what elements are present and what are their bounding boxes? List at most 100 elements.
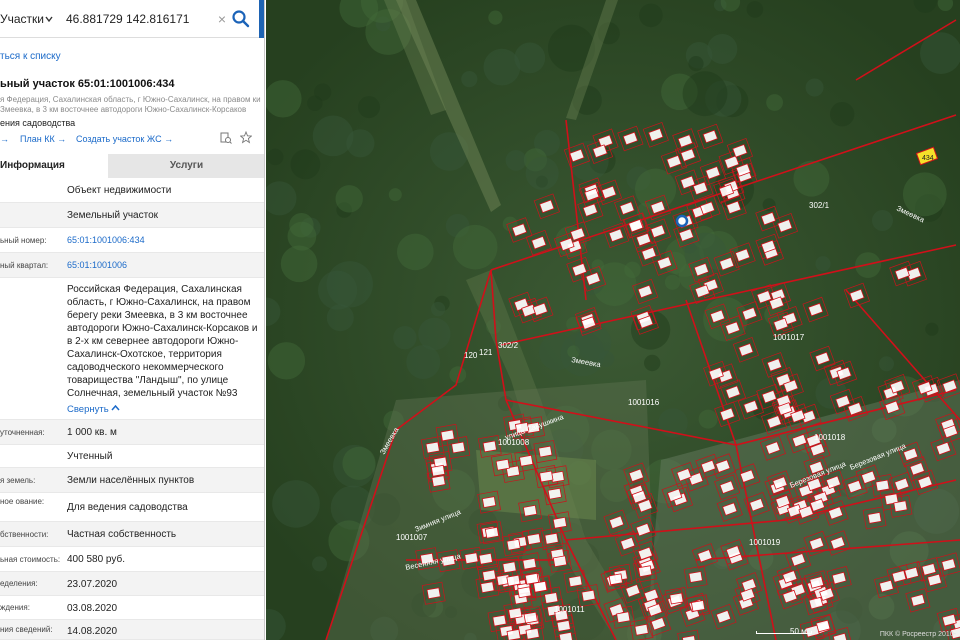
parcel-label-box[interactable] <box>552 516 568 529</box>
map-view[interactable]: 434 1001017 1001016 1001018 1001019 1001… <box>266 0 960 640</box>
parcel-label-box[interactable] <box>523 611 538 624</box>
tree-canopy <box>707 34 738 64</box>
attribute-value-link[interactable]: 65:01:1001006 <box>67 259 259 272</box>
parcel-label-box[interactable] <box>482 440 497 453</box>
block-label-1001017: 1001017 <box>773 333 805 342</box>
parcel-label-box[interactable] <box>481 496 497 509</box>
parcel-label-box[interactable] <box>525 627 540 640</box>
parcel-label-box[interactable] <box>440 429 455 442</box>
tree-canopy <box>505 150 527 171</box>
parcel-label-box[interactable] <box>547 487 562 500</box>
parcel-label-box[interactable] <box>544 592 559 604</box>
attribute-value: Частная собственность <box>67 529 177 540</box>
parcel-label-box[interactable] <box>480 581 495 594</box>
tree-canopy <box>746 1 764 18</box>
parcel-label-box[interactable] <box>492 614 507 627</box>
copy-icon[interactable] <box>220 132 232 145</box>
parcel-label-box[interactable] <box>482 569 497 582</box>
parcel-label-box[interactable] <box>608 573 623 586</box>
parcel-label-box[interactable] <box>517 586 532 599</box>
search-button[interactable] <box>230 7 252 31</box>
chevron-down-icon <box>45 16 53 23</box>
tree-canopy <box>483 48 521 86</box>
tab-information[interactable]: Информация <box>0 154 108 178</box>
attribute-value-link[interactable]: 65:01:1001006:434 <box>67 234 259 247</box>
parcel-label-box[interactable] <box>506 538 521 551</box>
parcel-label-box[interactable] <box>533 580 548 593</box>
info-panel: Участки × ться к списку ьный участок 65:… <box>0 0 265 640</box>
tree-canopy <box>430 301 446 317</box>
parcel-label-box[interactable] <box>637 565 653 578</box>
parcel-label-box[interactable] <box>539 470 554 483</box>
attribute-row: еделения: 23.07.2020 <box>0 572 264 596</box>
parcel-label-box[interactable] <box>669 592 684 605</box>
map-copyright: ПКК © Росреестр 2010- <box>879 631 956 638</box>
parcel-label-box[interactable] <box>634 623 649 636</box>
expand-control[interactable]: Свернуть <box>67 401 120 415</box>
attribute-row: ния сведений: 14.08.2020 <box>0 620 264 640</box>
tree-canopy <box>879 356 894 372</box>
selected-parcel-marker[interactable] <box>675 214 689 228</box>
tab-services[interactable]: Услуги <box>108 154 264 178</box>
attribute-row: ное ование: Для ведения садоводства <box>0 493 264 522</box>
tree-canopy <box>639 3 663 28</box>
parcel-label-box[interactable] <box>550 470 565 483</box>
parcel-label-box[interactable] <box>522 504 538 517</box>
block-label-1001016: 1001016 <box>628 398 660 407</box>
parcel-label-box[interactable] <box>875 479 890 492</box>
parcel-label-box[interactable] <box>581 589 596 602</box>
parcel-label-box[interactable] <box>478 552 493 565</box>
tree-canopy <box>525 156 559 190</box>
parcel-label-box[interactable] <box>519 454 534 467</box>
attribute-row: уточненная: 1 000 кв. м <box>0 420 264 445</box>
panel-edge-accent <box>259 0 264 38</box>
parcel-label-302-2: 302/2 <box>498 341 519 350</box>
object-subtitle: я Федерация, Сахалинская область, г Южно… <box>0 95 261 114</box>
parcel-label-box[interactable] <box>506 628 521 640</box>
block-label-1001007: 1001007 <box>396 533 428 542</box>
parcel-label-box[interactable] <box>568 575 583 588</box>
star-icon[interactable] <box>240 131 252 144</box>
parcel-label-box[interactable] <box>431 475 446 488</box>
attribute-value: 23.07.2020 <box>67 578 118 590</box>
search-input[interactable] <box>66 7 216 31</box>
parcel-label-box[interactable] <box>538 445 553 458</box>
parcel-label-box[interactable] <box>526 533 542 546</box>
parcel-label-box[interactable] <box>451 441 466 454</box>
parcel-label-box[interactable] <box>502 561 517 574</box>
parcel-label-box[interactable] <box>552 555 568 568</box>
parcel-label-box[interactable] <box>430 464 446 477</box>
parcel-label-box[interactable] <box>426 587 441 600</box>
plan-kk-link[interactable]: План КК → <box>20 134 66 144</box>
attribute-row: ьная стоимость: 400 580 руб. <box>0 547 264 572</box>
tree-canopy <box>406 345 441 379</box>
map-canvas[interactable]: 434 1001017 1001016 1001018 1001019 1001… <box>266 0 960 640</box>
parcel-label-box[interactable] <box>544 532 559 545</box>
parcel-label-box[interactable] <box>508 607 523 620</box>
parcel-label-box[interactable] <box>688 571 703 583</box>
clear-search-button[interactable]: × <box>214 10 230 28</box>
parcel-label-box[interactable] <box>893 500 908 513</box>
attribute-row: ьный номер: 65:01:1001006:434 <box>0 228 264 253</box>
parcel-label-box[interactable] <box>616 611 631 624</box>
tree-canopy <box>312 115 354 157</box>
prev-link[interactable]: → <box>0 134 9 144</box>
attribute-row: я земель: Земли населённых пунктов <box>0 468 264 493</box>
tree-canopy <box>280 245 318 283</box>
parcel-label-box[interactable] <box>495 458 510 471</box>
create-parcel-link[interactable]: Создать участок ЖС → <box>76 134 173 144</box>
tree-canopy <box>290 149 321 180</box>
parcel-label-box[interactable] <box>506 574 521 587</box>
parcel-label-box[interactable] <box>690 599 706 612</box>
parcel-label-box[interactable] <box>522 557 537 570</box>
parcel-label-box[interactable] <box>464 552 479 565</box>
search-type-dropdown[interactable]: Участки <box>0 0 58 38</box>
collapse-address-link[interactable]: Свернуть <box>67 404 109 415</box>
parcel-label-box[interactable] <box>867 511 882 524</box>
close-icon: × <box>217 11 227 27</box>
back-to-list-link[interactable]: ться к списку <box>0 51 61 62</box>
parcel-label-box[interactable] <box>484 526 500 539</box>
parcel-label-box[interactable] <box>556 619 571 632</box>
attribute-value: Учтенный <box>67 451 113 462</box>
parcel-label-box[interactable] <box>425 441 440 454</box>
